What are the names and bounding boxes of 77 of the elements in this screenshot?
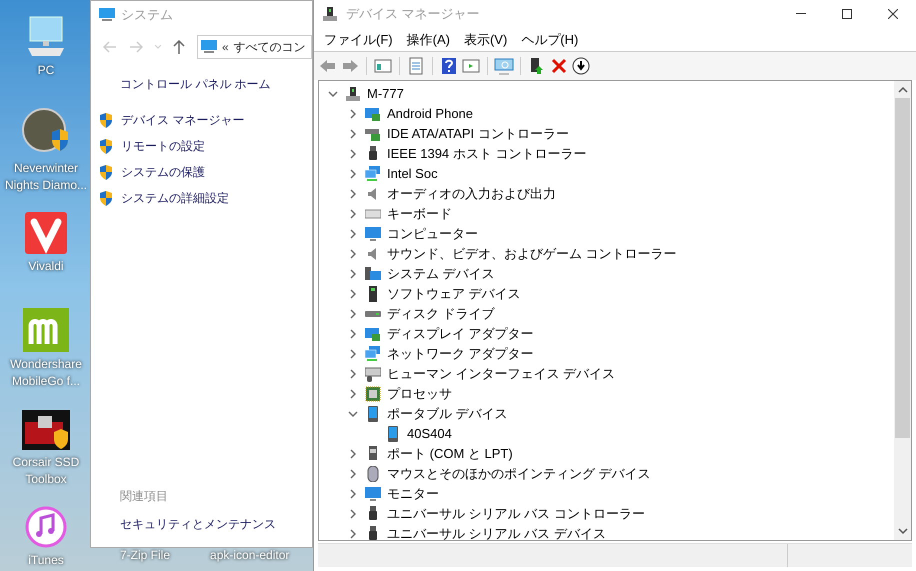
m-logo-icon xyxy=(23,308,69,352)
related-heading: 関連項目 xyxy=(120,488,168,505)
tree-item[interactable]: ソフトウェア デバイス xyxy=(387,284,521,304)
task-link[interactable]: システムの保護 xyxy=(121,163,205,181)
monitor-icon xyxy=(201,40,217,54)
monitor-scan-icon[interactable] xyxy=(494,56,514,76)
menu-item[interactable]: ヘルプ(H) xyxy=(515,30,584,50)
monitor-icon xyxy=(365,226,381,242)
tree-item[interactable]: マウスとそのほかのポインティング デバイス xyxy=(387,464,651,484)
tree-item[interactable]: ポート (COM と LPT) xyxy=(387,444,513,464)
tree-item[interactable]: オーディオの入力および出力 xyxy=(387,184,556,204)
tree-item[interactable]: モニター xyxy=(387,484,439,504)
tree-item[interactable]: システム デバイス xyxy=(387,264,495,284)
window-title: デバイス マネージャー xyxy=(346,5,480,24)
tree-item[interactable]: 40S404 xyxy=(407,424,452,444)
system-icon xyxy=(365,266,381,282)
network-icon xyxy=(365,346,381,362)
computer-tower-icon xyxy=(345,86,361,102)
task-link[interactable]: リモートの設定 xyxy=(121,137,205,155)
up-arrow-icon[interactable] xyxy=(173,40,185,54)
chip-icon xyxy=(365,386,381,402)
control-panel-home-link[interactable]: コントロール パネル ホーム xyxy=(120,75,271,93)
menu-item[interactable]: ファイル(F) xyxy=(318,30,399,50)
maximize-icon xyxy=(842,9,852,19)
tree-item[interactable]: ディスク ドライブ xyxy=(387,304,495,324)
collapse-chevron-icon[interactable] xyxy=(348,409,358,419)
menu-item[interactable]: 操作(A) xyxy=(400,30,456,50)
task-link[interactable]: システムの詳細設定 xyxy=(121,189,229,207)
monitor-card-icon xyxy=(365,326,381,342)
tree-item[interactable]: キーボード xyxy=(387,204,452,224)
network-icon xyxy=(365,166,381,182)
shield-icon xyxy=(99,164,113,180)
tree-item[interactable]: ディスプレイ アダプター xyxy=(387,324,534,344)
close-icon xyxy=(888,9,898,19)
download-circle-icon[interactable] xyxy=(571,56,591,76)
task-link[interactable]: デバイス マネージャー xyxy=(121,111,244,129)
related-link[interactable]: セキュリティとメンテナンス xyxy=(120,515,276,533)
tablet-icon xyxy=(385,426,401,442)
breadcrumb-overflow[interactable]: « xyxy=(222,38,229,56)
shield-icon xyxy=(99,190,113,206)
address-bar[interactable]: « すべてのコン xyxy=(197,35,312,59)
tree-item[interactable]: サウンド、ビデオ、およびゲーム コントローラー xyxy=(387,244,677,264)
minimize-icon xyxy=(796,13,806,15)
tree-item[interactable]: Android Phone xyxy=(387,104,474,124)
drive-card-icon xyxy=(365,126,381,142)
toolbox-icon xyxy=(22,410,70,450)
monitor-icon xyxy=(365,486,381,502)
shield-icon xyxy=(99,112,113,128)
scrollbar-thumb[interactable] xyxy=(895,98,910,438)
tree-item[interactable]: ポータブル デバイス xyxy=(387,404,508,424)
address-text: すべてのコン xyxy=(234,39,306,56)
tree-item[interactable]: ヒューマン インターフェイス デバイス xyxy=(387,364,616,384)
tree-item[interactable]: コンピューター xyxy=(387,224,478,244)
collapse-chevron-icon[interactable] xyxy=(328,89,338,99)
tree-item[interactable]: M-777 xyxy=(367,84,404,104)
help-icon[interactable] xyxy=(439,56,459,76)
tree-item[interactable]: IDE ATA/ATAPI コントローラー xyxy=(387,124,569,144)
tree-item[interactable]: プロセッサ xyxy=(387,384,452,404)
keyboard-mouse-icon xyxy=(365,366,381,382)
tree-item[interactable]: ユニバーサル シリアル バス デバイス xyxy=(387,524,606,540)
mouse-icon xyxy=(365,466,381,482)
music-note-icon xyxy=(25,506,67,548)
tree-item[interactable]: ネットワーク アダプター xyxy=(387,344,534,364)
computer-tower-icon xyxy=(322,6,338,22)
tablet-icon xyxy=(365,406,381,422)
monitor-icon xyxy=(99,8,115,22)
shield-icon xyxy=(99,138,113,154)
disk-drive-icon xyxy=(365,311,381,317)
scrollbar[interactable] xyxy=(894,81,911,540)
menu-item[interactable]: 表示(V) xyxy=(458,30,514,50)
tree-item[interactable]: Intel Soc xyxy=(387,164,438,184)
monitor-card-icon xyxy=(365,106,381,122)
delete-icon[interactable] xyxy=(549,56,569,76)
tree-item[interactable]: ユニバーサル シリアル バス コントローラー xyxy=(387,504,645,524)
v-logo-icon xyxy=(25,212,67,254)
window-title: システム xyxy=(121,6,173,24)
tree-item[interactable]: IEEE 1394 ホスト コントローラー xyxy=(387,144,586,164)
